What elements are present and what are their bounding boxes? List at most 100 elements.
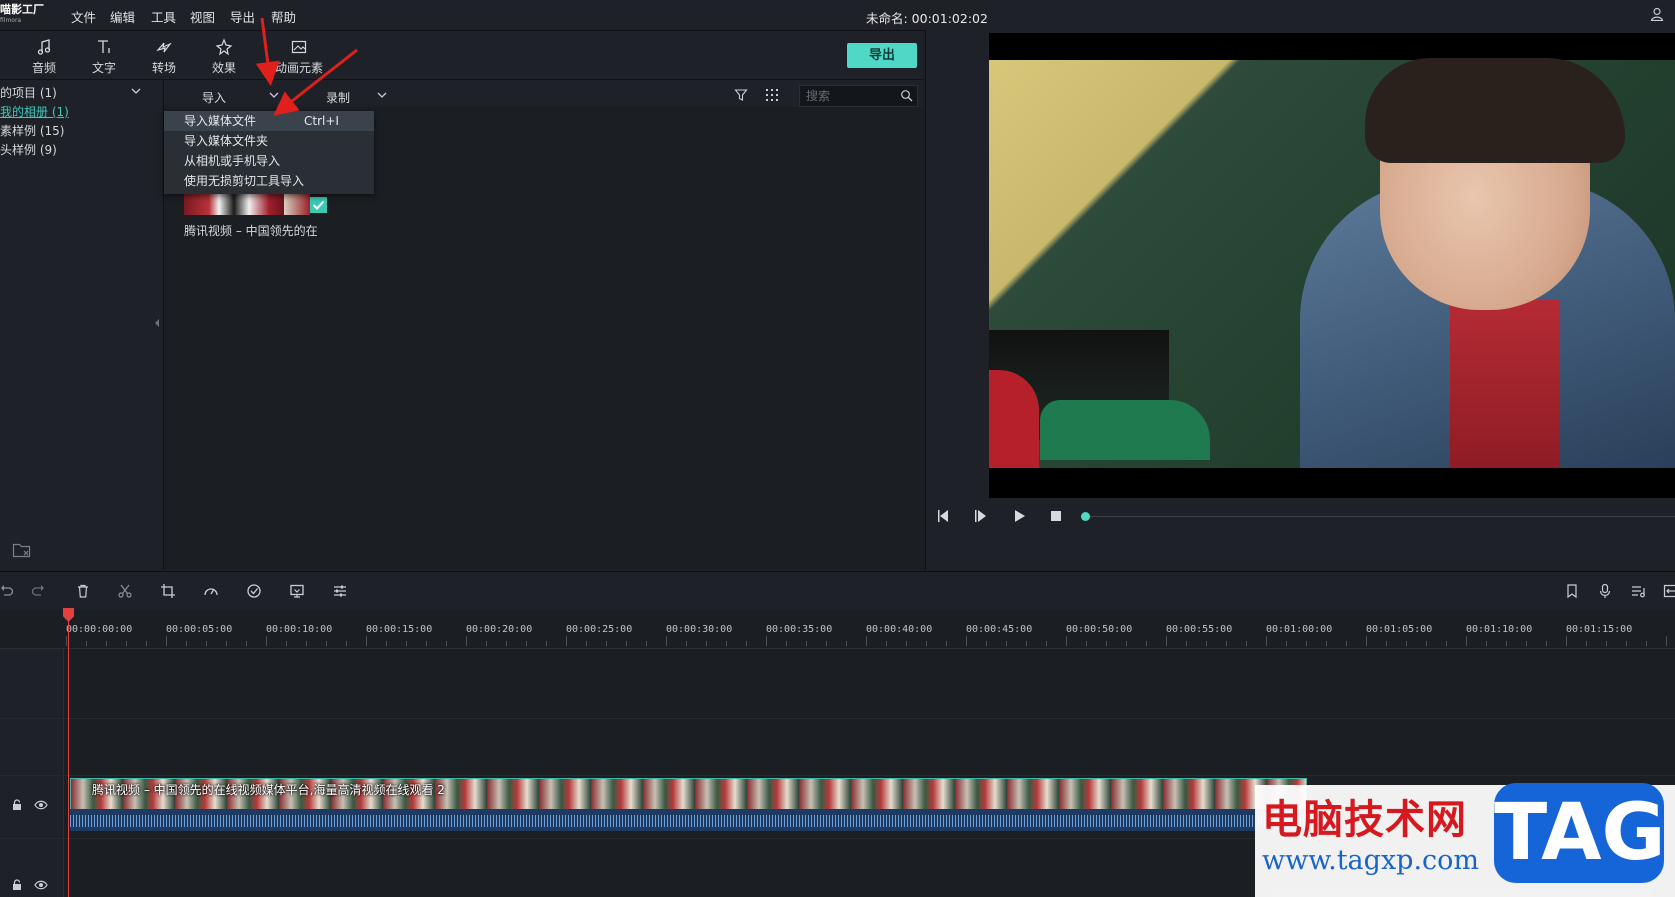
media-clip-name: 腾讯视频 – 中国领先的在 xyxy=(184,224,318,238)
menu-export[interactable]: 导出 xyxy=(230,7,255,26)
collapse-panel-icon[interactable] xyxy=(154,318,160,328)
menu-view[interactable]: 视图 xyxy=(190,7,215,26)
crop-icon[interactable] xyxy=(160,583,176,599)
ruler-tick xyxy=(546,641,547,646)
playback-progress-track[interactable] xyxy=(1085,516,1675,517)
record-chevron-icon[interactable] xyxy=(376,91,388,99)
watermark-text: 电脑技术网 xyxy=(1262,797,1467,843)
ruler-tick-label: 00:01:15:00 xyxy=(1566,624,1633,635)
eye-icon[interactable] xyxy=(34,799,48,811)
library-item-clip-samples[interactable]: 头样例 (9) xyxy=(0,141,57,158)
ruler-tick xyxy=(626,641,627,646)
redo-icon[interactable] xyxy=(31,583,47,599)
marker-icon[interactable] xyxy=(1564,583,1580,599)
ruler-tick xyxy=(406,641,407,646)
ruler-tick xyxy=(1546,641,1547,646)
ruler-tick-label: 00:00:35:00 xyxy=(766,624,833,635)
fit-timeline-icon[interactable] xyxy=(1663,583,1675,599)
ruler-tick xyxy=(1026,641,1027,646)
library-item-media-samples[interactable]: 素样例 (15) xyxy=(0,122,64,139)
ruler-tick xyxy=(186,641,187,646)
ruler-tick xyxy=(506,641,507,646)
tool-elements[interactable]: 动画元素 xyxy=(272,38,326,76)
menu-import-media-folder-label: 导入媒体文件夹 xyxy=(184,134,269,148)
menu-import-lossless-cut[interactable]: 使用无损剪切工具导入 xyxy=(164,171,374,191)
tool-transition[interactable]: 转场 xyxy=(139,38,189,76)
transition-icon xyxy=(156,42,172,53)
playback-progress-knob[interactable] xyxy=(1081,512,1090,521)
audio-mixer-icon[interactable] xyxy=(1630,583,1646,599)
ruler-tick xyxy=(586,641,587,646)
ruler-tick xyxy=(386,641,387,646)
ruler-tick xyxy=(526,641,527,646)
grid-view-icon[interactable] xyxy=(765,88,779,102)
search-input[interactable] xyxy=(806,88,896,104)
ruler-tick xyxy=(1646,641,1647,646)
chevron-down-icon[interactable] xyxy=(130,87,142,95)
ruler-tick-label: 00:01:10:00 xyxy=(1466,624,1533,635)
color-icon[interactable] xyxy=(246,583,262,599)
search-box xyxy=(799,85,918,107)
audio-waveform[interactable] xyxy=(70,809,1305,831)
ruler-tick xyxy=(1046,641,1047,646)
step-forward-icon[interactable] xyxy=(973,508,989,524)
ruler-tick xyxy=(1086,641,1087,646)
green-screen-icon[interactable] xyxy=(289,583,305,599)
scissors-icon[interactable] xyxy=(117,583,133,599)
import-button[interactable]: 导入 xyxy=(202,89,226,106)
import-dropdown-menu: 导入媒体文件 Ctrl+I 导入媒体文件夹 从相机或手机导入 使用无损剪切工具导入 xyxy=(164,111,374,194)
ruler-tick xyxy=(986,641,987,646)
lock-icon[interactable] xyxy=(11,799,23,811)
ruler-tick xyxy=(1486,641,1487,646)
speed-icon[interactable] xyxy=(203,583,219,599)
watermark-tag-logo: TAG xyxy=(1494,783,1666,883)
ruler-tick xyxy=(1666,636,1667,646)
stop-icon[interactable] xyxy=(1048,508,1064,524)
delete-folder-icon[interactable] xyxy=(12,541,32,559)
ruler-tick xyxy=(1146,641,1147,646)
image-icon xyxy=(291,40,307,54)
ruler-tick xyxy=(486,641,487,646)
ruler-tick xyxy=(886,641,887,646)
user-icon[interactable] xyxy=(1650,7,1664,21)
record-button[interactable]: 录制 xyxy=(326,89,350,106)
ruler-tick xyxy=(1326,641,1327,646)
menu-edit[interactable]: 编辑 xyxy=(110,7,135,26)
menu-import-media-folder[interactable]: 导入媒体文件夹 xyxy=(164,131,374,151)
ruler-tick xyxy=(106,641,107,646)
library-item-my-album[interactable]: 我的相册 (1) xyxy=(0,103,69,120)
track-divider xyxy=(0,775,1675,776)
filter-icon[interactable] xyxy=(734,88,748,102)
tool-audio[interactable]: 音频 xyxy=(19,38,69,76)
tool-audio-label: 音频 xyxy=(31,61,56,75)
import-chevron-icon[interactable] xyxy=(268,91,280,99)
menu-import-from-camera[interactable]: 从相机或手机导入 xyxy=(164,151,374,171)
ruler-tick-label: 00:00:15:00 xyxy=(366,624,433,635)
microphone-icon[interactable] xyxy=(1597,583,1613,599)
eye-icon[interactable] xyxy=(34,879,48,891)
menu-file[interactable]: 文件 xyxy=(71,7,96,26)
library-item-my-project[interactable]: 的项目 (1) xyxy=(0,84,57,101)
tool-elements-label: 动画元素 xyxy=(274,61,323,75)
lock-icon[interactable] xyxy=(11,879,23,891)
ruler-tick xyxy=(1466,636,1467,646)
export-button[interactable]: 导出 xyxy=(847,43,917,68)
ruler-tick xyxy=(946,641,947,646)
playhead-line[interactable] xyxy=(68,608,69,897)
menu-import-media-files[interactable]: 导入媒体文件 Ctrl+I xyxy=(164,111,374,131)
effects-icon xyxy=(215,38,233,56)
menu-help[interactable]: 帮助 xyxy=(271,7,296,26)
search-icon[interactable] xyxy=(900,89,913,102)
text-icon xyxy=(98,40,110,53)
media-thumbnail[interactable] xyxy=(184,193,284,215)
menu-tools[interactable]: 工具 xyxy=(151,7,176,26)
step-back-icon[interactable] xyxy=(936,508,952,524)
ruler-tick xyxy=(1426,641,1427,646)
tool-text[interactable]: 文字 xyxy=(79,38,129,76)
play-icon[interactable] xyxy=(1011,508,1027,524)
delete-icon[interactable] xyxy=(75,583,91,599)
undo-icon[interactable] xyxy=(0,583,14,599)
tool-effects[interactable]: 效果 xyxy=(199,38,249,76)
adjust-icon[interactable] xyxy=(332,583,348,599)
ruler-tick-label: 00:01:05:00 xyxy=(1366,624,1433,635)
